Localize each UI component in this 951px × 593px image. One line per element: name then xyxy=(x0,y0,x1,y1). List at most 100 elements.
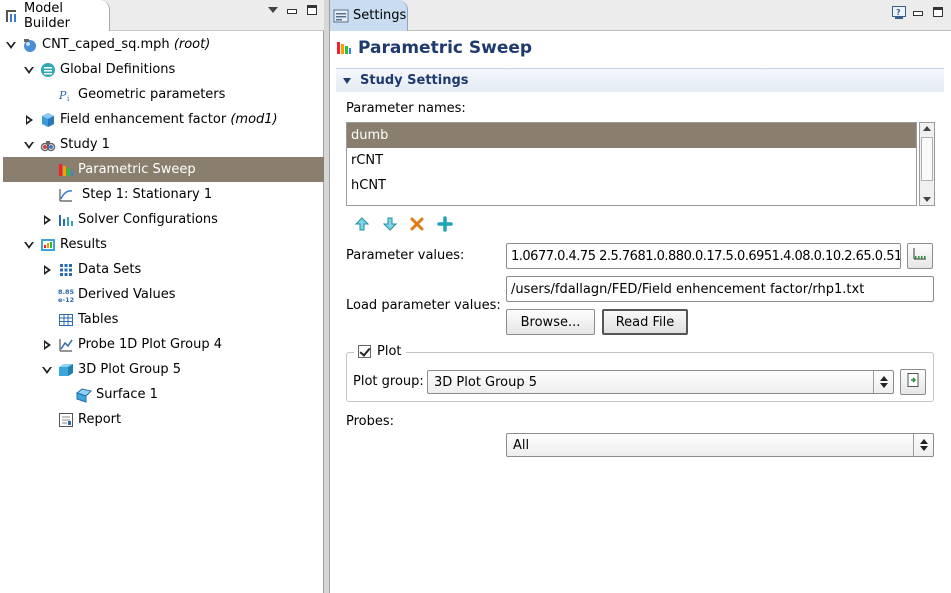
tree-item-label: Surface 1 xyxy=(96,387,158,402)
page-title: Parametric Sweep xyxy=(358,37,533,58)
plot-group-select[interactable]: 3D Plot Group 5 xyxy=(427,370,894,394)
go-to-plot-group-button[interactable] xyxy=(900,369,926,395)
tree-item-study-1[interactable]: Study 1 xyxy=(0,132,322,157)
minimize-icon[interactable] xyxy=(912,6,924,18)
tree-item-label: 3D Plot Group 5 xyxy=(78,362,182,377)
minimize-icon[interactable] xyxy=(286,4,298,16)
parameter-values-text: 1.0677.0.4.75 2.5.7681.0.880.0.17.5.0.69… xyxy=(511,248,901,264)
list-item[interactable]: rCNT xyxy=(347,148,916,173)
collapse-section-icon[interactable] xyxy=(342,76,352,86)
tree-item-label: Tables xyxy=(78,312,119,327)
tree-item-derived-values[interactable]: 8.85 e-12 Derived Values xyxy=(0,282,322,307)
solver-configurations-icon xyxy=(58,212,74,228)
parameter-names-list[interactable]: dumb rCNT hCNT xyxy=(346,122,917,206)
tree-item-label: Probe 1D Plot Group 4 xyxy=(78,337,223,352)
plot-group-label: Plot group: xyxy=(353,374,424,389)
tree-item-label: Study 1 xyxy=(60,137,110,152)
tree-item-label: Results xyxy=(60,237,107,252)
tree-item-parametric-sweep[interactable]: Parametric Sweep xyxy=(3,157,324,182)
plot-checkbox-label: Plot xyxy=(377,344,402,359)
list-item[interactable]: dumb xyxy=(347,123,916,148)
plot-checkbox[interactable] xyxy=(358,345,371,358)
plot-checkbox-row[interactable]: Plot xyxy=(354,344,406,359)
plot-1d-icon xyxy=(58,337,74,353)
surface-icon xyxy=(76,387,92,403)
tree-item-global-definitions[interactable]: Global Definitions xyxy=(0,57,322,82)
expand-toggle[interactable] xyxy=(40,213,54,227)
expand-toggle[interactable] xyxy=(4,38,18,52)
expand-toggle[interactable] xyxy=(22,63,36,77)
probes-label: Probes: xyxy=(346,414,395,429)
parameter-values-field[interactable]: 1.0677.0.4.75 2.5.7681.0.880.0.17.5.0.69… xyxy=(506,243,901,269)
tree-item-step-1-stationary[interactable]: Step 1: Stationary 1 xyxy=(0,182,322,207)
load-file-path-field[interactable]: /users/fdallagn/FED/Field enhencement fa… xyxy=(506,276,934,302)
tree-item-label: Report xyxy=(78,412,122,427)
tree-item-report[interactable]: Report xyxy=(0,407,322,432)
combo-arrows-icon xyxy=(913,434,933,456)
range-button[interactable] xyxy=(907,243,933,269)
move-down-icon[interactable] xyxy=(382,216,398,232)
tree-item-label: Step 1: Stationary 1 xyxy=(82,187,213,202)
section-study-settings[interactable]: Study Settings xyxy=(336,68,944,92)
study-icon xyxy=(40,137,56,153)
add-icon[interactable] xyxy=(437,216,453,232)
view-menu-icon[interactable] xyxy=(266,4,278,16)
expand-toggle[interactable] xyxy=(40,363,54,377)
tree-item-label: Solver Configurations xyxy=(78,212,218,227)
tree-item-root[interactable]: CNT_caped_sq.mph (root) xyxy=(0,32,322,57)
tree-item-geometric-parameters[interactable]: Pi Geometric parameters xyxy=(0,82,322,107)
tree-item-label: Parametric Sweep xyxy=(78,162,196,177)
probes-select[interactable]: All xyxy=(506,433,934,457)
parametric-sweep-icon xyxy=(58,162,74,178)
svg-text:e-12: e-12 xyxy=(58,296,74,303)
global-definitions-icon xyxy=(40,62,56,78)
scroll-up-icon[interactable] xyxy=(923,126,931,131)
tree-item-label: Geometric parameters xyxy=(78,87,226,102)
parameter-list-scrollbar[interactable] xyxy=(919,122,935,206)
tree-item-data-sets[interactable]: Data Sets xyxy=(0,257,322,282)
parameters-icon: Pi xyxy=(58,87,74,103)
tree-item-tables[interactable]: Tables xyxy=(0,307,322,332)
maximize-icon[interactable] xyxy=(306,4,318,16)
move-up-icon[interactable] xyxy=(354,216,370,232)
scroll-down-icon[interactable] xyxy=(923,197,931,202)
parameter-names-label: Parameter names: xyxy=(346,101,466,116)
tab-settings[interactable]: Settings xyxy=(330,0,408,31)
combo-arrows-icon xyxy=(873,371,893,393)
browse-button[interactable]: Browse... xyxy=(506,309,595,335)
model-builder-panel: Model Builder CNT_caped_sq.mph (root) Gl… xyxy=(0,0,324,593)
list-item[interactable]: hCNT xyxy=(347,173,916,198)
scroll-thumb[interactable] xyxy=(921,137,933,181)
read-file-button[interactable]: Read File xyxy=(602,309,688,335)
parametric-sweep-icon xyxy=(336,40,352,56)
tree-item-label: Derived Values xyxy=(78,287,176,302)
tree-item-solver-configurations[interactable]: Solver Configurations xyxy=(0,207,322,232)
tree-item-label: Data Sets xyxy=(78,262,142,277)
expand-toggle[interactable] xyxy=(40,338,54,352)
tree-item-3d-plot-group-5[interactable]: 3D Plot Group 5 xyxy=(0,357,322,382)
maximize-icon[interactable] xyxy=(932,6,944,18)
expand-toggle[interactable] xyxy=(22,113,36,127)
tables-icon xyxy=(58,312,74,328)
tree-item-field-enhancement-factor[interactable]: Field enhancement factor (mod1) xyxy=(0,107,322,132)
svg-text:8.85: 8.85 xyxy=(58,288,74,296)
tab-model-builder[interactable]: Model Builder xyxy=(0,0,110,31)
derived-values-icon: 8.85 e-12 xyxy=(58,287,74,303)
tab-settings-label: Settings xyxy=(353,8,407,23)
tree-item-surface-1[interactable]: Surface 1 xyxy=(0,382,322,407)
settings-tabbar: Settings ? xyxy=(330,0,951,31)
expand-toggle[interactable] xyxy=(40,263,54,277)
range-icon xyxy=(912,246,928,266)
expand-toggle[interactable] xyxy=(22,238,36,252)
model-builder-tabbar: Model Builder xyxy=(0,0,324,31)
expand-toggle[interactable] xyxy=(22,138,36,152)
report-icon xyxy=(58,412,74,428)
help-icon[interactable]: ? xyxy=(892,6,906,19)
tree-item-label: CNT_caped_sq.mph (root) xyxy=(42,37,211,52)
delete-icon[interactable] xyxy=(409,216,425,232)
tree-item-probe-1d-plot-group-4[interactable]: Probe 1D Plot Group 4 xyxy=(0,332,322,357)
data-sets-icon xyxy=(58,262,74,278)
section-title: Study Settings xyxy=(360,73,469,88)
tree-item-results[interactable]: Results xyxy=(0,232,322,257)
settings-icon xyxy=(333,8,349,24)
